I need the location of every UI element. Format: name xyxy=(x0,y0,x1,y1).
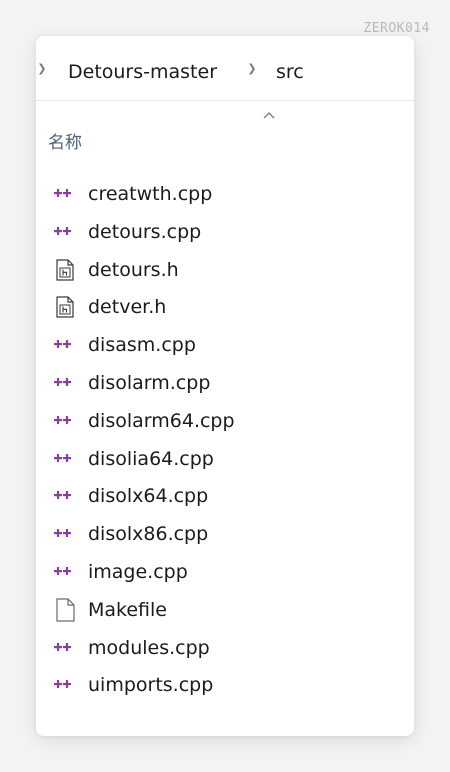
file-row[interactable]: creatwth.cpp xyxy=(36,175,414,213)
sort-ascending-icon xyxy=(263,112,275,119)
file-row[interactable]: detver.h xyxy=(36,288,414,326)
file-row[interactable]: Makefile xyxy=(36,591,414,629)
file-row[interactable]: disasm.cpp xyxy=(36,326,414,364)
file-row[interactable]: modules.cpp xyxy=(36,629,414,667)
cpp-file-icon xyxy=(52,483,78,509)
file-name: disolarm.cpp xyxy=(88,372,211,394)
file-row[interactable]: disolarm.cpp xyxy=(36,364,414,402)
breadcrumb-item-detours-master[interactable]: Detours-master xyxy=(68,60,217,84)
file-name: creatwth.cpp xyxy=(88,183,213,205)
file-row[interactable]: detours.h xyxy=(36,251,414,289)
file-name: disolx86.cpp xyxy=(88,523,209,546)
cpp-file-icon xyxy=(52,559,78,585)
file-row[interactable]: image.cpp xyxy=(36,553,414,591)
file-row[interactable]: detours.cpp xyxy=(36,213,414,251)
header-file-icon xyxy=(52,257,78,283)
file-name: disolia64.cpp xyxy=(88,447,214,470)
cpp-file-icon xyxy=(52,408,78,434)
breadcrumb-item-src[interactable]: src xyxy=(276,60,304,84)
cpp-file-icon xyxy=(52,181,78,207)
chevron-right-icon[interactable]: ❯ xyxy=(36,62,48,76)
cpp-file-icon xyxy=(52,672,78,698)
file-name: detours.h xyxy=(88,258,179,281)
cpp-file-icon xyxy=(52,446,78,472)
blank-file-icon xyxy=(52,597,78,623)
breadcrumb: ❯ Detours-master ❯ src xyxy=(36,36,414,101)
file-name: Makefile xyxy=(88,598,167,621)
cpp-file-icon xyxy=(52,332,78,358)
file-row[interactable]: disolx86.cpp xyxy=(36,515,414,553)
file-name: detours.cpp xyxy=(88,220,202,243)
cpp-file-icon xyxy=(52,635,78,661)
cpp-file-icon xyxy=(52,219,78,245)
file-name: detver.h xyxy=(88,296,167,319)
chevron-right-icon[interactable]: ❯ xyxy=(246,62,258,76)
watermark: ZEROK014 xyxy=(363,21,430,36)
cpp-file-icon xyxy=(52,521,78,547)
file-name: disolarm64.cpp xyxy=(88,409,235,432)
explorer-window: ❯ Detours-master ❯ src 名称 creatwth.cpp de… xyxy=(36,36,414,736)
file-name: disolx64.cpp xyxy=(88,485,209,508)
cpp-file-icon xyxy=(52,370,78,396)
file-name: disasm.cpp xyxy=(88,334,196,357)
file-row[interactable]: disolarm64.cpp xyxy=(36,402,414,440)
header-file-icon xyxy=(52,294,78,320)
file-row[interactable]: uimports.cpp xyxy=(36,666,414,704)
file-name: image.cpp xyxy=(88,561,188,583)
file-row[interactable]: disolx64.cpp xyxy=(36,477,414,515)
file-row[interactable]: disolia64.cpp xyxy=(36,440,414,478)
file-name: uimports.cpp xyxy=(88,674,214,697)
column-header-name[interactable]: 名称 xyxy=(48,128,82,153)
file-name: modules.cpp xyxy=(88,636,210,659)
